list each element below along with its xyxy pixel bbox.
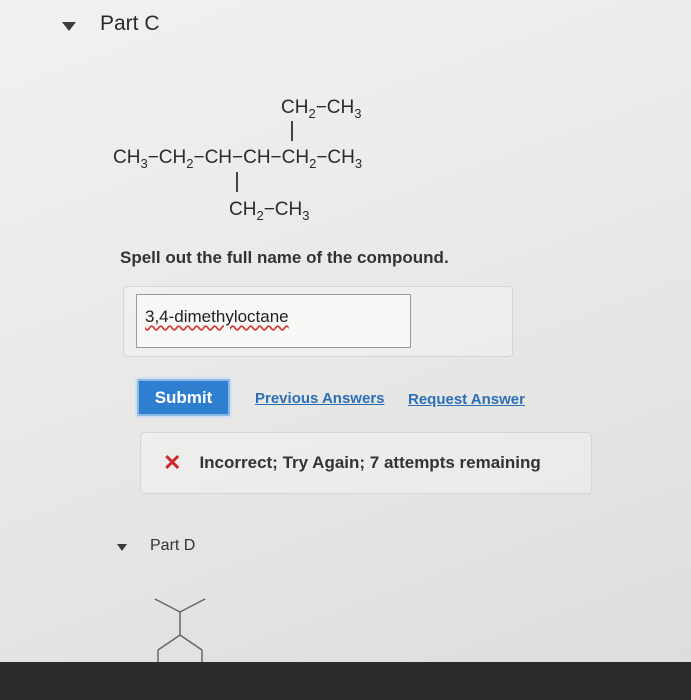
top-branch: CH2−CH3	[281, 97, 362, 121]
bond-line-top	[291, 121, 293, 141]
part-d-title[interactable]: Part D	[150, 537, 195, 555]
submit-button[interactable]: Submit	[137, 379, 230, 416]
part-d-structure-drawing	[154, 598, 206, 663]
feedback-text: Incorrect; Try Again; 7 attempts remaini…	[199, 453, 541, 472]
collapse-arrow-icon[interactable]	[62, 22, 76, 31]
part-c-title[interactable]: Part C	[100, 12, 160, 36]
bottom-branch: CH2−CH3	[229, 199, 310, 223]
answer-input[interactable]: 3,4-dimethyloctane	[136, 294, 411, 348]
main-chain: CH3−CH2−CH−CH−CH2−CH3	[113, 147, 363, 171]
bond-line-bottom	[236, 172, 238, 192]
previous-answers-link[interactable]: Previous Answers	[255, 390, 385, 407]
request-answer-link[interactable]: Request Answer	[408, 391, 525, 408]
feedback-box: ✕ Incorrect; Try Again; 7 attempts remai…	[140, 432, 592, 494]
question-prompt: Spell out the full name of the compound.	[120, 248, 449, 267]
part-d-collapse-arrow-icon[interactable]	[117, 544, 127, 551]
bottom-bar	[0, 662, 691, 700]
incorrect-x-icon: ✕	[163, 450, 182, 475]
answer-value: 3,4-dimethyloctane	[145, 307, 289, 326]
